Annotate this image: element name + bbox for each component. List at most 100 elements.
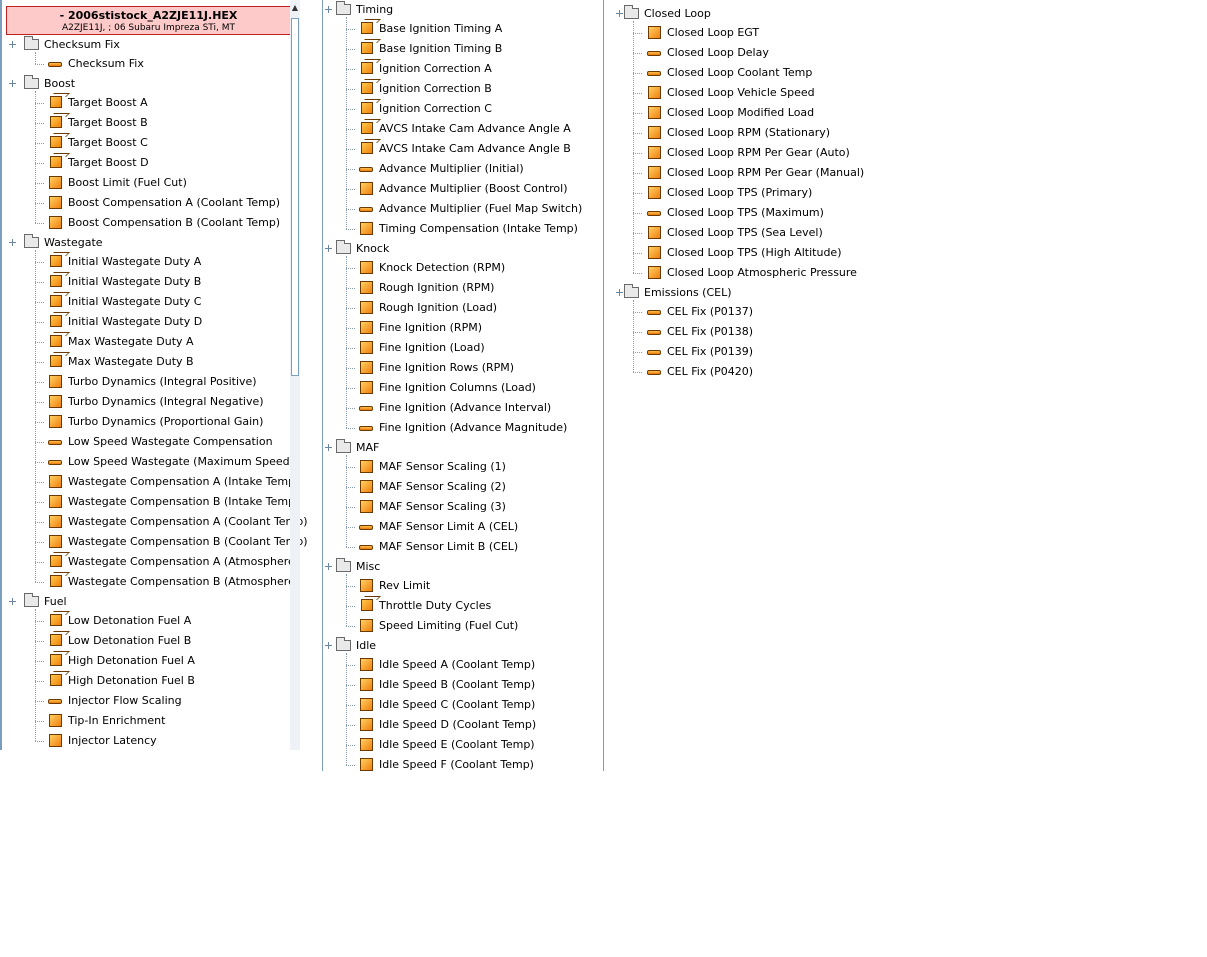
1d-scalar-icon — [647, 310, 661, 315]
tree-item-label: Idle Speed B (Coolant Temp) — [379, 678, 536, 691]
2d-table-icon — [49, 216, 62, 229]
folder-icon — [336, 558, 351, 572]
3d-table-icon — [50, 136, 62, 148]
rom-header[interactable]: - 2006stistock_A2ZJE11J.HEX A2ZJE11J, ; … — [6, 6, 291, 35]
scroll-up-arrow-icon[interactable]: ▲ — [290, 3, 300, 13]
3d-table-icon — [50, 674, 62, 686]
1d-scalar-icon — [359, 525, 373, 530]
2d-table-icon — [648, 166, 661, 179]
tree-item-label: MAF Sensor Scaling (3) — [379, 500, 506, 513]
tree-item-label: Target Boost D — [68, 156, 149, 169]
folder-icon — [24, 234, 39, 248]
tree-item-label: CEL Fix (P0138) — [667, 325, 754, 338]
1d-scalar-icon — [48, 699, 62, 704]
2d-table-icon — [360, 460, 373, 473]
tree-item-label: Base Ignition Timing B — [379, 42, 503, 55]
2d-table-icon — [360, 301, 373, 314]
tree-item-label: Boost Compensation A (Coolant Temp) — [68, 196, 281, 209]
1d-scalar-icon — [647, 350, 661, 355]
tree-item-label: Idle Speed D (Coolant Temp) — [379, 718, 537, 731]
tree-item-label: Closed Loop TPS (Primary) — [667, 186, 813, 199]
2d-table-icon — [648, 246, 661, 259]
1d-scalar-icon — [647, 211, 661, 216]
1d-scalar-icon — [48, 460, 62, 465]
3d-table-icon — [361, 82, 373, 94]
tree-item-label: Boost Compensation B (Coolant Temp) — [68, 216, 281, 229]
3d-table-icon — [361, 22, 373, 34]
tree-item-label: Initial Wastegate Duty A — [68, 255, 202, 268]
3d-table-icon — [361, 102, 373, 114]
tree-item-label: Turbo Dynamics (Proportional Gain) — [68, 415, 264, 428]
tree-item-label: Closed Loop Atmospheric Pressure — [667, 266, 857, 279]
tree-item-label: Tip-In Enrichment — [68, 714, 166, 727]
3d-table-icon — [50, 315, 62, 327]
folder-icon — [336, 439, 351, 453]
2d-table-icon — [648, 186, 661, 199]
tree-category-label: Misc — [356, 560, 381, 573]
tree-item-label: Closed Loop Vehicle Speed — [667, 86, 815, 99]
tree-item-label: Max Wastegate Duty A — [68, 335, 194, 348]
scrollbar-thumb[interactable] — [291, 18, 299, 376]
tree-item-label: Closed Loop EGT — [667, 26, 760, 39]
tree-item-label: Idle Speed C (Coolant Temp) — [379, 698, 536, 711]
collapse-toggle-icon[interactable] — [9, 41, 16, 48]
tree-item-label: Idle Speed A (Coolant Temp) — [379, 658, 536, 671]
collapse-toggle-icon[interactable] — [616, 289, 623, 296]
tree-item-label: Injector Latency — [68, 734, 157, 747]
collapse-toggle-icon[interactable] — [9, 598, 16, 605]
tree-item-label: Advance Multiplier (Initial) — [379, 162, 524, 175]
tree-category-label: Closed Loop — [644, 7, 711, 20]
collapse-toggle-icon[interactable] — [9, 239, 16, 246]
3d-table-icon — [361, 122, 373, 134]
tree-item-label: CEL Fix (P0139) — [667, 345, 754, 358]
2d-table-icon — [360, 718, 373, 731]
2d-table-icon — [49, 375, 62, 388]
vertical-scrollbar[interactable]: ▲ — [290, 0, 300, 750]
tree-item-label: Wastegate Compensation B (Coolant Temp) — [68, 535, 308, 548]
tree-item-label: Low Detonation Fuel B — [68, 634, 192, 647]
rom-filename: - 2006stistock_A2ZJE11J.HEX — [59, 9, 238, 22]
collapse-toggle-icon[interactable] — [325, 563, 332, 570]
2d-table-icon — [360, 698, 373, 711]
tree-category-label: Idle — [356, 639, 377, 652]
tree-item-label: Rev Limit — [379, 579, 431, 592]
folder-icon — [24, 75, 39, 89]
collapse-toggle-icon[interactable] — [325, 444, 332, 451]
3d-table-icon — [50, 614, 62, 626]
tree-item-label: Fine Ignition Rows (RPM) — [379, 361, 515, 374]
collapse-toggle-icon[interactable] — [616, 10, 623, 17]
1d-scalar-icon — [647, 330, 661, 335]
collapse-toggle-icon[interactable] — [325, 245, 332, 252]
tree-item-label: Idle Speed F (Coolant Temp) — [379, 758, 534, 771]
2d-table-icon — [360, 321, 373, 334]
1d-scalar-icon — [48, 62, 62, 67]
tree-item-label: AVCS Intake Cam Advance Angle A — [379, 122, 571, 135]
1d-scalar-icon — [359, 426, 373, 431]
tree-item-label: Max Wastegate Duty B — [68, 355, 194, 368]
1d-scalar-icon — [647, 71, 661, 76]
collapse-toggle-icon[interactable] — [325, 642, 332, 649]
tree-item-label: Target Boost B — [68, 116, 148, 129]
2d-table-icon — [360, 619, 373, 632]
tree-item-label: Knock Detection (RPM) — [379, 261, 506, 274]
tree-item-label: Closed Loop TPS (Maximum) — [667, 206, 824, 219]
tree-item-label: Initial Wastegate Duty D — [68, 315, 203, 328]
3d-table-icon — [361, 62, 373, 74]
tree-item-label: Rough Ignition (Load) — [379, 301, 498, 314]
tree-category-label: Emissions (CEL) — [644, 286, 732, 299]
tree-item-label: Ignition Correction B — [379, 82, 492, 95]
2d-table-icon — [49, 395, 62, 408]
collapse-toggle-icon[interactable] — [325, 6, 332, 13]
tree-item-label: MAF Sensor Scaling (1) — [379, 460, 506, 473]
2d-table-icon — [360, 222, 373, 235]
2d-table-icon — [49, 196, 62, 209]
2d-table-icon — [360, 381, 373, 394]
3d-table-icon — [361, 42, 373, 54]
tree-item-label: Fine Ignition Columns (Load) — [379, 381, 536, 394]
tree-item-label: Wastegate Compensation A (Intake Temp) — [68, 475, 300, 488]
2d-table-icon — [49, 475, 62, 488]
3d-table-icon — [50, 555, 62, 567]
collapse-toggle-icon[interactable] — [9, 80, 16, 87]
3d-table-icon — [50, 355, 62, 367]
tree-item-label: Closed Loop TPS (Sea Level) — [667, 226, 823, 239]
